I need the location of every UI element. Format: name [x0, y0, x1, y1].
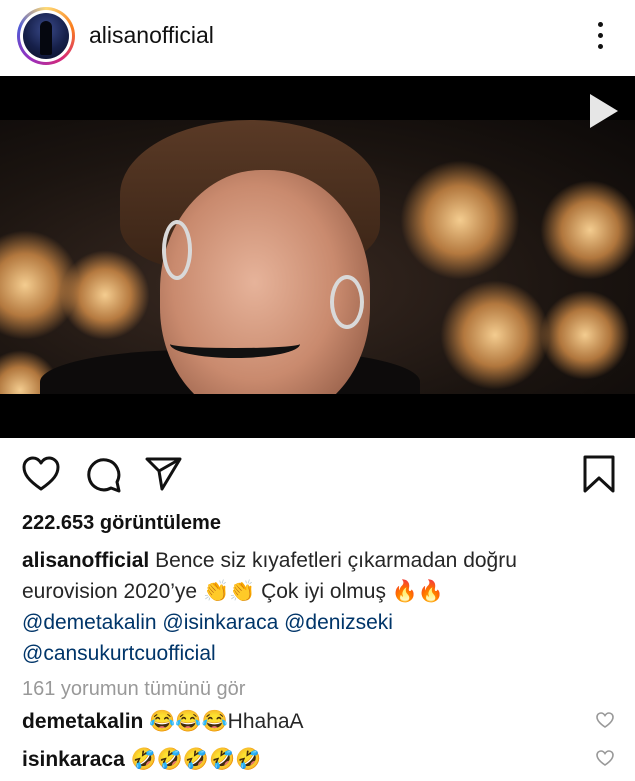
- post-header: alisanofficial: [0, 0, 635, 76]
- caption-mention[interactable]: @denizseki: [284, 611, 393, 634]
- earring-left: [162, 220, 192, 280]
- avatar-border: [20, 10, 72, 62]
- comment-row: isinkaraca 🤣🤣🤣🤣🤣: [22, 748, 582, 772]
- bokeh-light: [60, 250, 150, 340]
- bokeh-light: [540, 290, 630, 380]
- comment-username[interactable]: demetakalin: [22, 710, 143, 733]
- earring-right: [330, 275, 364, 329]
- send-icon[interactable]: [145, 456, 183, 492]
- caption-mention[interactable]: @cansukurtcuofficial: [22, 642, 216, 665]
- header-username[interactable]: alisanofficial: [89, 22, 214, 49]
- video-frame: [0, 120, 635, 394]
- choker-shape: [170, 330, 300, 358]
- bokeh-light: [440, 280, 550, 390]
- comment-text: 🤣🤣🤣🤣🤣: [130, 748, 262, 771]
- bookmark-icon[interactable]: [582, 454, 616, 494]
- action-bar: [0, 438, 635, 512]
- avatar[interactable]: [17, 7, 75, 65]
- caption-mention[interactable]: @isinkaraca: [162, 611, 278, 634]
- comment-username[interactable]: isinkaraca: [22, 748, 125, 771]
- comment-like-icon[interactable]: [596, 712, 614, 729]
- avatar-image: [23, 13, 69, 59]
- view-all-comments-link[interactable]: 161 yorumun tümünü gör: [22, 678, 245, 701]
- heart-icon[interactable]: [22, 456, 60, 492]
- post-caption: alisanofficial Bence siz kıyafetleri çık…: [22, 545, 617, 669]
- caption-mention[interactable]: @demetakalin: [22, 611, 157, 634]
- play-icon[interactable]: [590, 94, 618, 128]
- bokeh-light: [400, 160, 520, 280]
- post-video[interactable]: [0, 76, 635, 438]
- bokeh-light: [540, 180, 635, 280]
- avatar-figure: [40, 21, 52, 55]
- more-vertical-icon[interactable]: [596, 22, 606, 52]
- comment-icon[interactable]: [84, 456, 122, 494]
- comment-text: 😂😂😂HhahaA: [149, 710, 304, 733]
- caption-username[interactable]: alisanofficial: [22, 549, 149, 572]
- comment-row: demetakalin 😂😂😂HhahaA: [22, 710, 582, 734]
- view-count: 222.653 görüntüleme: [22, 512, 221, 534]
- comment-like-icon[interactable]: [596, 750, 614, 767]
